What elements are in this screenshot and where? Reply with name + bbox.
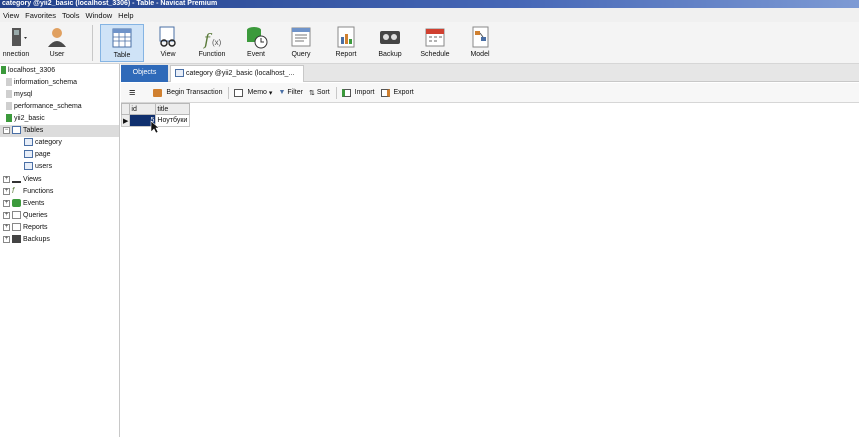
- column-header-id[interactable]: id: [129, 103, 157, 115]
- tree-db-mysql[interactable]: mysql: [6, 89, 125, 101]
- filter-icon: ▼: [278, 89, 286, 96]
- tree-backups[interactable]: + Backups: [3, 234, 122, 246]
- table-icon: [24, 138, 33, 147]
- mouse-cursor-icon: [150, 120, 160, 134]
- backup-icon: [12, 235, 21, 244]
- report-icon: [334, 25, 358, 49]
- backup-icon: [378, 25, 402, 49]
- expand-icon[interactable]: +: [3, 175, 10, 183]
- query-button[interactable]: Query: [279, 24, 323, 62]
- expand-icon[interactable]: +: [3, 199, 10, 207]
- begin-transaction-button[interactable]: Begin Transaction: [153, 88, 222, 97]
- user-icon: [45, 25, 69, 49]
- table-action-bar: ≡ Begin Transaction Memo ▾ ▼ Filter ⇅ Sort …: [121, 83, 859, 103]
- database-icon: [6, 102, 12, 111]
- memo-button[interactable]: Memo ▾: [234, 88, 273, 97]
- toolbar-divider: [92, 25, 93, 61]
- view-icon: [156, 25, 180, 49]
- main-panel: Objects category @yii2_basic (localhost_…: [120, 64, 859, 437]
- report-icon: [12, 223, 21, 232]
- import-icon: [341, 88, 351, 97]
- connection-button[interactable]: nnection: [0, 24, 38, 62]
- svg-text:(x): (x): [212, 38, 222, 47]
- tab-objects[interactable]: Objects: [121, 65, 168, 82]
- database-icon: [6, 90, 12, 99]
- menu-favorites[interactable]: Favorites: [25, 11, 56, 20]
- query-icon: [12, 211, 21, 220]
- sort-button[interactable]: ⇅ Sort: [309, 89, 330, 97]
- grid-header-row: id title: [120, 103, 191, 115]
- table-icon: [24, 162, 33, 171]
- import-button[interactable]: Import: [341, 88, 375, 97]
- tab-bar: Objects category @yii2_basic (localhost_…: [121, 64, 859, 82]
- menu-help[interactable]: Help: [118, 11, 133, 20]
- connection-icon: [1, 66, 6, 75]
- action-divider: [335, 86, 337, 99]
- views-icon: [12, 175, 21, 184]
- event-icon: [244, 25, 268, 49]
- table-icon: [110, 26, 134, 50]
- tree-connection[interactable]: localhost_3306: [1, 65, 120, 77]
- event-button[interactable]: Event: [234, 24, 278, 62]
- window-title: category @yii2_basic (localhost_3306) - …: [0, 0, 859, 8]
- event-icon: [12, 199, 21, 208]
- tree-views[interactable]: + Views: [3, 174, 122, 186]
- tree-db-yii2-basic[interactable]: yii2_basic: [6, 113, 125, 125]
- transaction-icon: [153, 88, 163, 97]
- cell-title[interactable]: Ноутбуки: [155, 114, 191, 127]
- tree-db-information-schema[interactable]: information_schema: [6, 77, 125, 89]
- row-marker-header: [120, 103, 131, 115]
- expand-icon[interactable]: +: [3, 223, 10, 231]
- user-button[interactable]: User: [35, 24, 79, 62]
- backup-button[interactable]: Backup: [368, 24, 412, 62]
- tables-icon: [12, 126, 21, 135]
- column-header-title[interactable]: title: [155, 103, 191, 115]
- function-button[interactable]: f (x) Function: [190, 24, 234, 62]
- expand-icon[interactable]: +: [3, 187, 10, 195]
- table-icon: [175, 69, 184, 78]
- navigation-tree: localhost_3306 information_schema mysql …: [0, 64, 120, 437]
- tree-queries[interactable]: + Queries: [3, 210, 122, 222]
- filter-button[interactable]: ▼ Filter: [278, 89, 303, 96]
- memo-icon: [234, 88, 244, 97]
- expand-icon[interactable]: +: [3, 235, 10, 243]
- tree-reports[interactable]: + Reports: [3, 222, 122, 234]
- chevron-down-icon: ▾: [268, 89, 273, 97]
- model-icon: [468, 25, 492, 49]
- menu-icon[interactable]: ≡: [129, 87, 135, 99]
- export-button[interactable]: Export: [380, 88, 414, 97]
- connection-icon: [4, 25, 28, 49]
- tree-tables[interactable]: − Tables: [0, 125, 119, 137]
- model-button[interactable]: Model: [458, 24, 502, 62]
- function-icon: f (x): [200, 25, 224, 49]
- menu-tools[interactable]: Tools: [62, 11, 80, 20]
- database-icon: [6, 114, 12, 123]
- calendar-icon: [423, 25, 447, 49]
- tree-events[interactable]: + Events: [3, 198, 122, 210]
- table-icon: [24, 150, 33, 159]
- menu-window[interactable]: Window: [85, 11, 112, 20]
- main-toolbar: nnection User Table View f (x) Function E…: [0, 22, 859, 64]
- view-button[interactable]: View: [146, 24, 190, 62]
- tree-db-performance-schema[interactable]: performance_schema: [6, 101, 125, 113]
- tree-functions[interactable]: + f Functions: [3, 186, 122, 198]
- menu-bar: View Favorites Tools Window Help: [0, 8, 859, 22]
- expand-icon[interactable]: +: [3, 211, 10, 219]
- function-icon: f: [12, 186, 15, 196]
- action-divider: [228, 86, 230, 99]
- report-button[interactable]: Report: [324, 24, 368, 62]
- query-icon: [289, 25, 313, 49]
- menu-view[interactable]: View: [3, 11, 19, 20]
- database-icon: [6, 78, 12, 87]
- sort-icon: ⇅: [308, 89, 315, 97]
- export-icon: [380, 88, 390, 97]
- schedule-button[interactable]: Schedule: [413, 24, 457, 62]
- table-button[interactable]: Table: [100, 24, 144, 62]
- tab-category-table[interactable]: category @yii2_basic (localhost_...: [170, 65, 304, 82]
- current-row-indicator: ▶: [120, 114, 131, 127]
- collapse-icon[interactable]: −: [3, 126, 10, 134]
